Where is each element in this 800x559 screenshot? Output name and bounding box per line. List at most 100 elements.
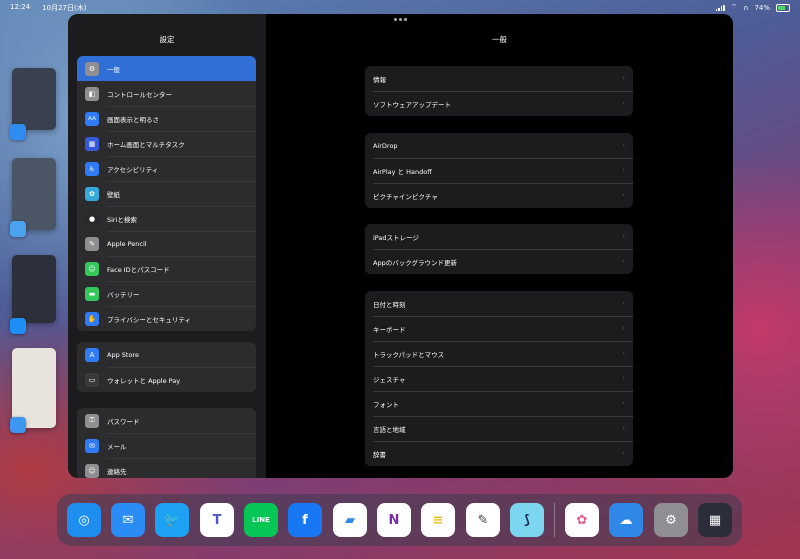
settings-row-label: フォント [373,400,399,409]
settings-row-label: 日付と時刻 [373,300,406,309]
settings-row-label: 辞書 [373,450,386,459]
sidebar-item-label: アクセシビリティ [107,165,159,174]
sidebar-item[interactable]: ✿ 壁紙 [77,181,256,206]
app-preview-weather[interactable] [12,158,56,230]
settings-row[interactable]: ジェスチャ › [365,366,633,391]
sidebar-item[interactable]: ▬ バッテリー [77,281,256,306]
app-preview-files[interactable] [12,68,56,130]
sidebar-item[interactable]: ▦ ホーム画面とマルチタスク [77,131,256,156]
settings-row[interactable]: iPadストレージ › [365,224,633,249]
notes-icon[interactable]: ≡ [421,503,455,537]
pencil-icon: ✎ [85,236,99,251]
sidebar-item[interactable]: AA 画面表示と明るさ [77,106,256,131]
mail-icon: ✉ [85,438,99,453]
sidebar-item[interactable]: ◧ コントロールセンター [77,81,256,106]
chevron-right-icon: › [622,424,625,432]
dock-separator [554,503,555,537]
settings-row[interactable]: キーボード › [365,316,633,341]
chevron-right-icon: › [622,349,625,357]
settings-row-label: ピクチャインピクチャ [373,192,438,201]
dock: ◎ ✉ 🐦 T LINE f ▰ N ≡ ✎ ⟆ ✿ ☁ ⚙ ▦ [57,494,742,546]
settings-row[interactable]: フォント › [365,391,633,416]
settings-row-label: AirPlay と Handoff [373,167,432,176]
detail-group: AirDrop › AirPlay と Handoff › ピクチャインピクチャ › [365,133,633,208]
settings-row[interactable]: ソフトウェアアップデート › [365,91,633,116]
sidebar-item-label: 画面表示と明るさ [107,115,159,124]
goodnotes-icon[interactable]: ✎ [466,503,500,537]
settings-row[interactable]: AirDrop › [365,133,633,158]
sidebar-item-label: 一般 [107,65,120,74]
line-icon[interactable]: LINE [244,503,278,537]
settings-row[interactable]: 言語と地域 › [365,416,633,441]
sidebar-item-label: ホーム画面とマルチタスク [107,140,185,149]
grid-icon: ▦ [85,136,99,151]
status-bar: 12:24 10月27日(木) ⌔ ∩ 74% [0,0,800,14]
sidebar-item[interactable]: ♿ アクセシビリティ [77,156,256,181]
chevron-right-icon: › [622,99,625,107]
settings-row[interactable]: 日付と時刻 › [365,291,633,316]
app-preview-appstore[interactable] [12,255,56,323]
sidebar-item[interactable]: ⚙ 一般 [77,56,256,81]
sidebar-item[interactable]: ☺ Face IDとパスコード [77,256,256,281]
sidebar-item[interactable]: ▭ ウォレットと Apple Pay [77,367,256,392]
aa-icon: AA [85,111,99,126]
mail-icon[interactable]: ✉ [111,503,145,537]
sidebar-item-label: バッテリー [107,290,140,299]
wallet-icon: ▭ [85,372,99,387]
chevron-right-icon: › [622,299,625,307]
multitasking-handle[interactable] [394,18,408,22]
sidebar-item[interactable]: ⚿ パスワード [77,408,256,433]
settings-row[interactable]: ピクチャインピクチャ › [365,183,633,208]
sidebar-item-label: プライバシーとセキュリティ [107,315,191,324]
settings-row-label: Appのバックグラウンド更新 [373,258,457,267]
weather-app-icon[interactable] [10,221,26,237]
sidebar-item[interactable]: ✎ Apple Pencil [77,231,256,256]
sidebar-group: ⚙ 一般 ◧ コントロールセンター AA 画面表示と明るさ ▦ ホーム画面とマルチタスク ♿ アク… [77,56,256,331]
onenote-icon[interactable]: N [377,503,411,537]
sidebar-item[interactable]: ✋ プライバシーとセキュリティ [77,306,256,331]
sidebar-item[interactable]: ✉ メール [77,433,256,458]
chevron-right-icon: › [622,399,625,407]
chevron-right-icon: › [622,141,625,149]
settings-row[interactable]: トラックパッドとマウス › [365,341,633,366]
weather-icon[interactable]: ☁ [609,503,643,537]
app-library-icon[interactable]: ▦ [698,503,732,537]
concepts-icon[interactable]: ⟆ [510,503,544,537]
sidebar-item-label: ウォレットと Apple Pay [107,376,181,385]
chevron-right-icon: › [622,324,625,332]
sidebar-group: A App Store ▭ ウォレットと Apple Pay [77,342,256,392]
chevron-right-icon: › [622,166,625,174]
detail-group: iPadストレージ › Appのバックグラウンド更新 › [365,224,633,274]
appstore-app-icon[interactable] [10,318,26,334]
sidebar-item[interactable]: A App Store [77,342,256,367]
wifi-icon: ⌔ [730,3,738,11]
settings-row-label: 情報 [373,75,386,84]
general-detail-pane: 一般 情報 › ソフトウェアアップデート › AirDrop › AirPlay と Han… [266,14,733,478]
safari-app-icon[interactable] [10,417,26,433]
headphones-icon: ∩ [743,3,749,12]
flower-icon: ✿ [85,186,99,201]
sidebar-item-label: 連絡先 [107,467,127,476]
app-preview-safari[interactable] [12,348,56,428]
files-app-icon[interactable] [10,124,26,140]
sidebar-item[interactable]: ● Siriと検索 [77,206,256,231]
facebook-icon[interactable]: f [288,503,322,537]
sidebar-item[interactable]: ☺ 連絡先 [77,458,256,478]
settings-row[interactable]: Appのバックグラウンド更新 › [365,249,633,274]
safari-icon[interactable]: ◎ [67,503,101,537]
teams-icon[interactable]: T [200,503,234,537]
settings-row-label: AirDrop [373,141,398,150]
hand-icon: ✋ [85,311,99,326]
chevron-right-icon: › [622,449,625,457]
settings-row-label: iPadストレージ [373,233,419,242]
settings-row[interactable]: AirPlay と Handoff › [365,158,633,183]
sidebar-item-label: Siriと検索 [107,215,137,224]
battery-icon [776,3,790,12]
battery-percent: 74% [754,3,770,12]
files-icon[interactable]: ▰ [333,503,367,537]
settings-icon[interactable]: ⚙ [654,503,688,537]
twitter-icon[interactable]: 🐦 [155,503,189,537]
photos-icon[interactable]: ✿ [565,503,599,537]
settings-row[interactable]: 辞書 › [365,441,633,466]
settings-row[interactable]: 情報 › [365,66,633,91]
